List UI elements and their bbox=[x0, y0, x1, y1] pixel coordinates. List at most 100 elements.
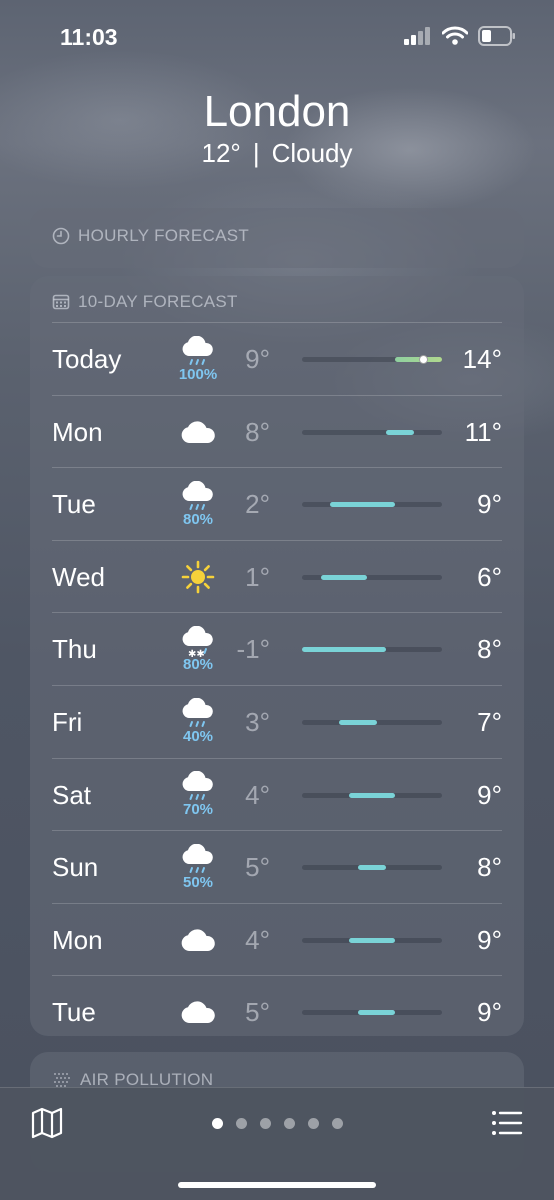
temperature-range-fill bbox=[348, 792, 396, 798]
forecast-row[interactable]: Wed 1° 6° bbox=[52, 539, 502, 613]
forecast-day: Sat bbox=[52, 779, 92, 810]
forecast-row[interactable]: Mon 8° 11° bbox=[52, 394, 502, 468]
page-indicator[interactable] bbox=[0, 1118, 554, 1129]
forecast-row[interactable]: Sun 50% 5° 8° bbox=[52, 830, 502, 903]
forecast-day: Today bbox=[52, 344, 122, 374]
rain-cloud-icon: 50% bbox=[168, 837, 228, 897]
page-dot[interactable] bbox=[283, 1118, 295, 1129]
forecast-row[interactable]: Today 100% 9° 14° bbox=[52, 322, 502, 395]
snow-cloud-icon: ✱✱ 80% bbox=[168, 619, 228, 679]
precipitation-chance: 80% bbox=[182, 510, 214, 528]
forecast-row[interactable]: Tue 5° 9° bbox=[52, 975, 502, 1048]
temperature-range-bar bbox=[302, 647, 442, 653]
forecast-day: Tue bbox=[52, 489, 96, 520]
forecast-row[interactable]: Thu ✱✱ 80% -1° 8° bbox=[52, 612, 502, 685]
forecast-day: Mon bbox=[52, 924, 103, 955]
cellular-signal-icon bbox=[404, 27, 430, 45]
low-temperature: 4° bbox=[245, 779, 270, 810]
current-summary: 12° | Cloudy bbox=[0, 138, 554, 168]
temperature-range-fill bbox=[358, 865, 386, 871]
page-dot-active[interactable] bbox=[211, 1118, 223, 1129]
low-temperature: 5° bbox=[245, 997, 270, 1028]
summary-separator: | bbox=[252, 138, 260, 168]
current-temperature-marker bbox=[418, 355, 428, 364]
high-temperature: 9° bbox=[477, 779, 502, 810]
high-temperature: 8° bbox=[477, 634, 502, 665]
clock-icon bbox=[52, 227, 70, 245]
temperature-range-fill bbox=[320, 574, 368, 580]
low-temperature: 2° bbox=[245, 489, 270, 520]
temperature-range-fill bbox=[330, 502, 396, 508]
temperature-range-bar bbox=[302, 502, 442, 508]
low-temperature: 5° bbox=[245, 852, 270, 883]
forecast-row[interactable]: Mon 4° 9° bbox=[52, 902, 502, 976]
page-dot[interactable] bbox=[307, 1118, 319, 1129]
low-temperature: 3° bbox=[245, 706, 270, 737]
forecast-row[interactable]: Fri 40% 3° 7° bbox=[52, 684, 502, 758]
high-temperature: 6° bbox=[477, 561, 502, 592]
status-bar: 11:03 bbox=[0, 0, 554, 70]
high-temperature: 14° bbox=[462, 344, 502, 374]
hourly-forecast-label: HOURLY FORECAST bbox=[78, 226, 250, 245]
forecast-row[interactable]: Sat 70% 4° 9° bbox=[52, 757, 502, 831]
status-icons bbox=[404, 26, 516, 46]
low-temperature: -1° bbox=[236, 634, 270, 665]
temperature-range-bar bbox=[302, 1010, 442, 1016]
forecast-day: Fri bbox=[52, 706, 83, 737]
low-temperature: 8° bbox=[245, 416, 270, 447]
cloud-icon bbox=[168, 910, 228, 970]
high-temperature: 9° bbox=[477, 489, 502, 520]
temperature-range-bar bbox=[302, 429, 442, 435]
forecast-rows: Today 100% 9° 14° Mon 8° 11° Tue 80% 2° 9° Wed 1° 6° T… bbox=[52, 322, 502, 1048]
low-temperature: 1° bbox=[245, 561, 270, 592]
cloud-icon bbox=[168, 982, 228, 1042]
temperature-range-bar bbox=[302, 865, 442, 871]
cloud-icon bbox=[168, 402, 228, 462]
home-indicator bbox=[178, 1182, 376, 1188]
precipitation-chance: 70% bbox=[182, 801, 214, 819]
page-dot[interactable] bbox=[235, 1118, 247, 1129]
rain-cloud-icon: 80% bbox=[168, 474, 228, 534]
temperature-range-fill bbox=[302, 647, 386, 653]
city-name: London bbox=[203, 87, 351, 136]
high-temperature: 11° bbox=[464, 416, 502, 447]
wifi-icon bbox=[442, 26, 468, 45]
temperature-range-bar bbox=[302, 355, 442, 364]
hourly-forecast-title: HOURLY FORECAST bbox=[52, 226, 249, 246]
temperature-range-bar bbox=[302, 574, 442, 580]
ten-day-forecast-card[interactable]: 10-DAY FORECAST Today 100% 9° 14° Mon 8° 11° Tu… bbox=[30, 276, 524, 1036]
high-temperature: 9° bbox=[477, 924, 502, 955]
bottom-toolbar bbox=[0, 1087, 554, 1200]
high-temperature: 7° bbox=[477, 706, 502, 737]
location-header: London 12° | Cloudy bbox=[0, 86, 554, 168]
forecast-day: Sun bbox=[52, 852, 99, 883]
temperature-range-fill bbox=[386, 429, 414, 435]
forecast-day: Thu bbox=[52, 634, 97, 665]
high-temperature: 9° bbox=[477, 997, 502, 1028]
temperature-range-fill bbox=[358, 1010, 396, 1016]
list-icon[interactable] bbox=[490, 1106, 524, 1140]
temperature-range-fill bbox=[339, 719, 377, 725]
forecast-day: Mon bbox=[52, 416, 103, 447]
current-condition: Cloudy bbox=[271, 138, 353, 168]
forecast-day: Tue bbox=[52, 997, 96, 1028]
forecast-row[interactable]: Tue 80% 2° 9° bbox=[52, 467, 502, 540]
status-time: 11:03 bbox=[60, 24, 118, 50]
low-temperature: 9° bbox=[245, 344, 270, 374]
high-temperature: 8° bbox=[477, 852, 502, 883]
hourly-forecast-card[interactable]: HOURLY FORECAST bbox=[30, 208, 524, 268]
forecast-day: Wed bbox=[52, 561, 105, 592]
rain-cloud-icon: 40% bbox=[168, 692, 228, 752]
temperature-range-fill bbox=[348, 937, 396, 943]
precipitation-chance: 40% bbox=[182, 728, 214, 746]
temperature-range-bar bbox=[302, 937, 442, 943]
page-dot[interactable] bbox=[259, 1118, 271, 1129]
current-temperature: 12° bbox=[201, 138, 241, 168]
precipitation-chance: 80% bbox=[182, 655, 214, 673]
page-dot[interactable] bbox=[331, 1118, 343, 1129]
precipitation-chance: 100% bbox=[178, 365, 218, 383]
precipitation-chance: 50% bbox=[182, 873, 214, 891]
rain-cloud-icon: 70% bbox=[168, 765, 228, 825]
rain-cloud-icon: 100% bbox=[168, 329, 228, 389]
sun-icon bbox=[168, 547, 228, 607]
